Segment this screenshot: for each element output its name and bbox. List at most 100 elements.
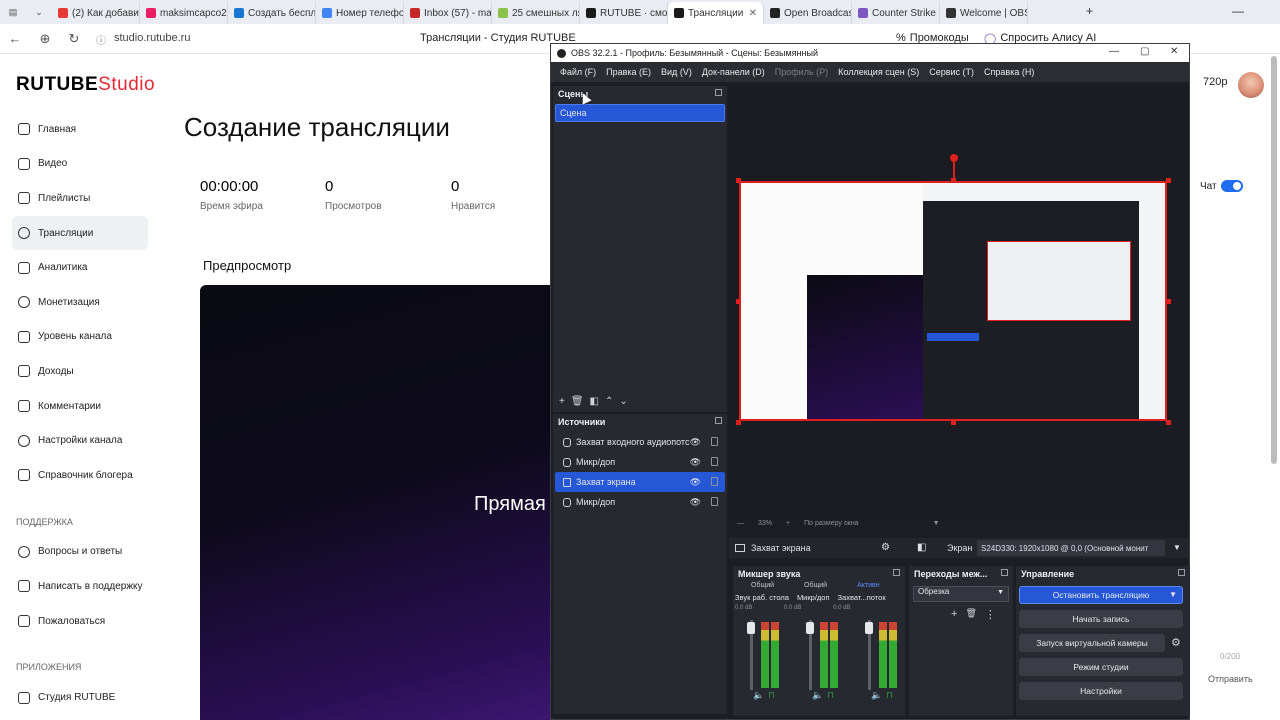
mixer-tab[interactable]: Активн: [857, 582, 880, 589]
mixer-channel-name[interactable]: Звук раб. стола: [735, 593, 789, 602]
resize-handle[interactable]: [951, 178, 956, 183]
obs-scene-canvas[interactable]: [739, 181, 1167, 421]
sidebar-item-blogger-guide[interactable]: Справочник блогера: [0, 458, 160, 493]
headphones-icon[interactable]: ⊓: [768, 690, 775, 701]
close-tab-icon[interactable]: ✕: [749, 8, 757, 19]
eye-icon[interactable]: 👁: [690, 437, 701, 448]
zoom-out-icon[interactable]: —: [737, 520, 744, 527]
settings-button[interactable]: Настройки: [1019, 682, 1183, 700]
chevron-down-icon[interactable]: ▼: [1173, 543, 1181, 552]
undock-icon[interactable]: [715, 417, 722, 424]
resize-handle[interactable]: [951, 420, 956, 425]
source-item-selected[interactable]: Захват экрана 👁: [555, 472, 725, 492]
filter-icon[interactable]: ◧: [590, 396, 599, 407]
eye-icon[interactable]: 👁: [690, 477, 701, 488]
volume-fader-knob[interactable]: [747, 622, 755, 634]
page-scrollbar[interactable]: [1271, 56, 1277, 464]
sidebar-item-channel-settings[interactable]: Настройки канала: [0, 423, 160, 458]
resize-handle[interactable]: [1166, 299, 1171, 304]
chat-toggle[interactable]: [1221, 180, 1243, 192]
source-item[interactable]: Захват входного аудиопотс 👁: [555, 432, 725, 452]
speaker-icon[interactable]: 🔈: [871, 690, 882, 701]
headphones-icon[interactable]: ⊓: [827, 690, 834, 701]
browser-tab[interactable]: (2) Как добави: [52, 2, 140, 24]
resize-handle[interactable]: [736, 420, 741, 425]
speaker-icon[interactable]: 🔈: [753, 690, 764, 701]
menu-tools[interactable]: Сервис (T): [924, 67, 979, 77]
rutube-studio-logo[interactable]: RUTUBEStudio: [16, 74, 155, 96]
sidebar-item-streams[interactable]: Трансляции: [12, 215, 148, 251]
obs-maximize-icon[interactable]: ▢: [1140, 46, 1149, 57]
sidebar-item-video[interactable]: Видео: [0, 147, 160, 182]
sidebar-item-income[interactable]: Доходы: [0, 354, 160, 389]
obs-title-bar[interactable]: OBS 32.2.1 - Профиль: Безымянный - Сцены…: [551, 44, 1189, 62]
browser-tab[interactable]: 25 смешных ля: [492, 2, 580, 24]
volume-fader-knob[interactable]: [865, 622, 873, 634]
sidebar-item-report[interactable]: Пожаловаться: [0, 604, 160, 639]
add-icon[interactable]: +: [951, 608, 957, 621]
obs-window[interactable]: OBS 32.2.1 - Профиль: Безымянный - Сцены…: [550, 43, 1190, 720]
more-options-icon[interactable]: ⋮: [985, 608, 996, 621]
sidebar-item-playlists[interactable]: Плейлисты: [0, 181, 160, 216]
browser-tab[interactable]: RUTUBE · смот: [580, 2, 668, 24]
undock-icon[interactable]: [1178, 569, 1185, 576]
chat-send-button[interactable]: Отправить: [1208, 674, 1253, 684]
move-down-icon[interactable]: ⌄: [619, 396, 627, 407]
mixer-channel-name[interactable]: Микр/доп: [797, 593, 830, 602]
browser-tab[interactable]: Номер телефо: [316, 2, 404, 24]
obs-minimize-icon[interactable]: —: [1109, 46, 1119, 57]
site-info-icon[interactable]: ⓘ: [96, 32, 106, 47]
volume-fader-knob[interactable]: [806, 622, 814, 634]
browser-tab[interactable]: Counter Strike: [852, 2, 940, 24]
resize-handle[interactable]: [736, 299, 741, 304]
tab-list-chevron-icon[interactable]: ⌄: [26, 7, 52, 18]
mixer-tab[interactable]: Общий: [804, 582, 827, 589]
lock-icon[interactable]: [711, 497, 718, 506]
browser-tab[interactable]: Welcome | OBS: [940, 2, 1028, 24]
sidebar-item-home[interactable]: Главная: [0, 112, 160, 147]
mixer-channel-name[interactable]: Захват...поток: [838, 593, 886, 602]
obs-close-icon[interactable]: ✕: [1170, 46, 1178, 57]
browser-tab[interactable]: Inbox (57) - ma: [404, 2, 492, 24]
browser-tab[interactable]: maksimcapco25: [140, 2, 228, 24]
filters-icon[interactable]: ◧: [917, 542, 926, 553]
sidebar-item-faq[interactable]: Вопросы и ответы: [0, 535, 160, 570]
studio-mode-button[interactable]: Режим студии: [1019, 658, 1183, 676]
gear-icon[interactable]: ⚙: [1171, 636, 1181, 649]
undock-icon[interactable]: [1001, 569, 1008, 576]
avatar[interactable]: [1238, 72, 1264, 98]
reload-icon[interactable]: ↻: [61, 31, 87, 47]
menu-profile[interactable]: Профиль (P): [770, 67, 833, 77]
source-item[interactable]: Микр/доп 👁: [555, 452, 725, 472]
resize-handle[interactable]: [736, 178, 741, 183]
sidebar-item-studio-app[interactable]: Студия RUTUBE: [0, 680, 160, 715]
menu-docks[interactable]: Док-панели (D): [697, 67, 770, 77]
start-recording-button[interactable]: Начать запись: [1019, 610, 1183, 628]
fit-window-label[interactable]: По размеру окна: [804, 520, 858, 527]
tab-search-icon[interactable]: ▤: [0, 7, 26, 18]
trash-icon[interactable]: 🗑: [571, 396, 584, 407]
sidebar-item-analytics[interactable]: Аналитика: [0, 250, 160, 285]
lock-icon[interactable]: [711, 477, 718, 486]
stop-streaming-button[interactable]: Остановить трансляцию ▼: [1019, 586, 1183, 604]
speaker-icon[interactable]: 🔈: [812, 690, 823, 701]
headphones-icon[interactable]: ⊓: [886, 690, 893, 701]
eye-icon[interactable]: 👁: [690, 457, 701, 468]
menu-help[interactable]: Справка (H): [979, 67, 1039, 77]
gear-icon[interactable]: ⚙: [881, 542, 890, 553]
browser-tab[interactable]: Трансляции ✕: [668, 2, 764, 24]
undock-icon[interactable]: [893, 569, 900, 576]
quality-selector[interactable]: 720p: [1203, 76, 1227, 88]
menu-view[interactable]: Вид (V): [656, 67, 697, 77]
rotation-handle[interactable]: [950, 154, 958, 162]
menu-scene-collection[interactable]: Коллекция сцен (S): [833, 67, 924, 77]
resize-handle[interactable]: [1166, 178, 1171, 183]
eye-icon[interactable]: 👁: [690, 497, 701, 508]
browser-tab[interactable]: Создать беспл: [228, 2, 316, 24]
sidebar-item-monetization[interactable]: Монетизация: [0, 285, 160, 320]
scene-item[interactable]: Сцена: [555, 104, 725, 122]
lock-icon[interactable]: [711, 437, 718, 446]
move-up-icon[interactable]: ⌃: [605, 396, 613, 407]
url-text[interactable]: studio.rutube.ru: [114, 32, 190, 44]
menu-file[interactable]: Файл (F): [555, 67, 601, 77]
